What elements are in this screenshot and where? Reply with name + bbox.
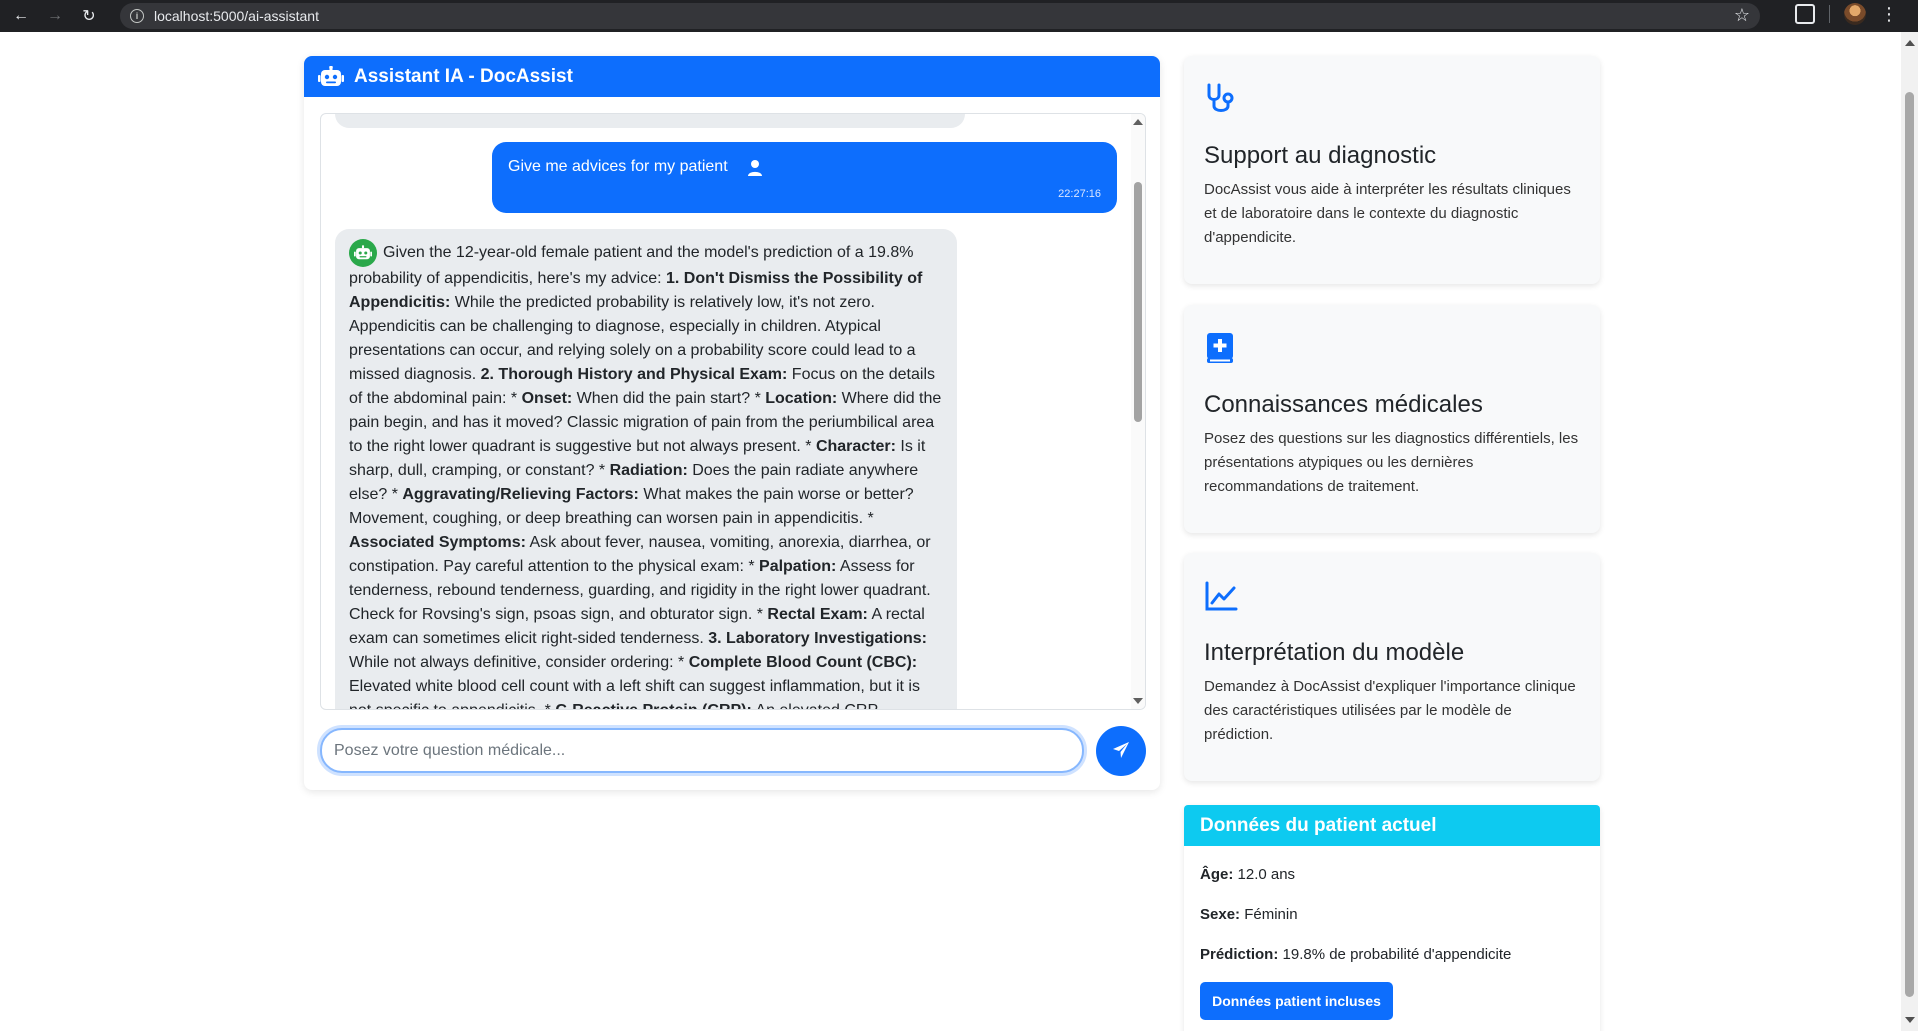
feature-text: Posez des questions sur les diagnostics … — [1204, 430, 1579, 495]
age-label: Âge: — [1200, 866, 1234, 883]
feature-text: DocAssist vous aide à interpréter les ré… — [1204, 181, 1571, 246]
prediction-label: Prédiction: — [1200, 946, 1279, 963]
bot-message: Given the 12-year-old female patient and… — [335, 229, 957, 709]
browser-toolbar: ← → ↻ i localhost:5000/ai-assistant ☆ ⋮ — [0, 0, 1918, 32]
star-icon[interactable]: ☆ — [1734, 5, 1750, 26]
puzzle-icon[interactable] — [1795, 4, 1815, 24]
bot-message-segment: An elevated CRP — [752, 702, 878, 709]
paper-plane-icon — [1112, 741, 1130, 762]
robot-icon — [349, 239, 377, 267]
feature-card-model: Interprétation du modèle Demandez à DocA… — [1184, 553, 1600, 781]
stethoscope-icon — [1204, 82, 1238, 116]
bot-message-heading: Onset: — [521, 390, 573, 407]
profile-avatar[interactable] — [1844, 3, 1866, 25]
patient-card-title: Données du patient actuel — [1184, 805, 1600, 846]
chat-messages[interactable]: Give me advices for my patient 22:27:16 — [320, 113, 1146, 710]
forward-button[interactable]: → — [42, 3, 68, 29]
patient-sex: Sexe: Féminin — [1200, 906, 1298, 923]
prediction-value: 19.8% de probabilité d'appendicite — [1282, 946, 1512, 963]
bot-message-heading: 2. Thorough History and Physical Exam: — [480, 366, 788, 383]
bot-message-heading: Palpation: — [759, 558, 837, 575]
send-button[interactable] — [1096, 726, 1146, 776]
chat-scrollbar-thumb[interactable] — [1134, 182, 1142, 422]
scrollbar-thumb[interactable] — [1905, 92, 1914, 997]
chat-header: Assistant IA - DocAssist — [304, 56, 1160, 97]
feature-card-knowledge: Connaissances médicales Posez des questi… — [1184, 305, 1600, 533]
sex-label: Sexe: — [1200, 906, 1241, 923]
feature-card-diagnostic: Support au diagnostic DocAssist vous aid… — [1184, 56, 1600, 284]
scroll-up-arrow[interactable] — [1905, 40, 1915, 46]
toolbar-divider — [1829, 5, 1830, 23]
more-menu-icon[interactable]: ⋮ — [1880, 5, 1898, 23]
question-input[interactable] — [320, 728, 1084, 773]
bot-message-heading: Associated Symptoms: — [349, 534, 526, 551]
bot-message-heading: Complete Blood Count (CBC): — [688, 654, 918, 671]
url-text: localhost:5000/ai-assistant — [154, 8, 319, 24]
page-scrollbar[interactable] — [1901, 32, 1918, 1031]
age-value: 12.0 ans — [1237, 866, 1296, 883]
chart-line-icon — [1204, 579, 1238, 613]
bot-message-heading: Rectal Exam: — [767, 606, 868, 623]
robot-icon — [318, 65, 344, 88]
bot-message-heading: C-Reactive Protein (CRP): — [555, 702, 751, 709]
bot-message-segment: When did the pain start? * — [572, 390, 766, 407]
chat-scroll-up-arrow[interactable] — [1133, 119, 1143, 125]
user-message-text: Give me advices for my patient — [508, 158, 728, 175]
message-input-row — [320, 726, 1146, 776]
feature-title: Interprétation du modèle — [1204, 639, 1465, 666]
back-button[interactable]: ← — [8, 3, 34, 29]
patient-age: Âge: 12.0 ans — [1200, 866, 1295, 883]
previous-message-bubble — [335, 114, 965, 128]
chat-title: Assistant IA - DocAssist — [354, 65, 573, 87]
message-timestamp: 22:27:16 — [1058, 188, 1101, 200]
user-icon — [746, 159, 764, 177]
bot-message-heading: Character: — [815, 438, 896, 455]
bot-message-heading: Location: — [765, 390, 838, 407]
patient-data-included-button[interactable]: Données patient incluses — [1200, 982, 1393, 1020]
patient-data-card: Données du patient actuel Âge: 12.0 ans … — [1184, 805, 1600, 1031]
feature-title: Connaissances médicales — [1204, 391, 1483, 418]
chat-scrollbar[interactable] — [1131, 114, 1145, 709]
bot-message-heading: Radiation: — [609, 462, 688, 479]
bot-message-segment: While not always definitive, consider or… — [349, 654, 689, 671]
patient-prediction: Prédiction: 19.8% de probabilité d'appen… — [1200, 946, 1511, 963]
feature-text: Demandez à DocAssist d'expliquer l'impor… — [1204, 678, 1576, 743]
scroll-down-arrow[interactable] — [1905, 1017, 1915, 1023]
bot-message-heading: Aggravating/Relieving Factors: — [402, 486, 639, 503]
site-info-icon[interactable]: i — [130, 9, 144, 23]
chat-scroll-down-arrow[interactable] — [1133, 698, 1143, 704]
user-message: Give me advices for my patient 22:27:16 — [492, 142, 1117, 213]
bot-message-text: Given the 12-year-old female patient and… — [349, 244, 941, 709]
feature-title: Support au diagnostic — [1204, 142, 1437, 169]
sex-value: Féminin — [1244, 906, 1298, 923]
chat-card: Assistant IA - DocAssist Give me advices… — [304, 56, 1160, 790]
address-bar[interactable]: i localhost:5000/ai-assistant ☆ — [120, 3, 1760, 29]
medical-book-icon — [1204, 331, 1238, 365]
reload-button[interactable]: ↻ — [76, 3, 102, 29]
bot-message-heading: 3. Laboratory Investigations: — [708, 630, 927, 647]
